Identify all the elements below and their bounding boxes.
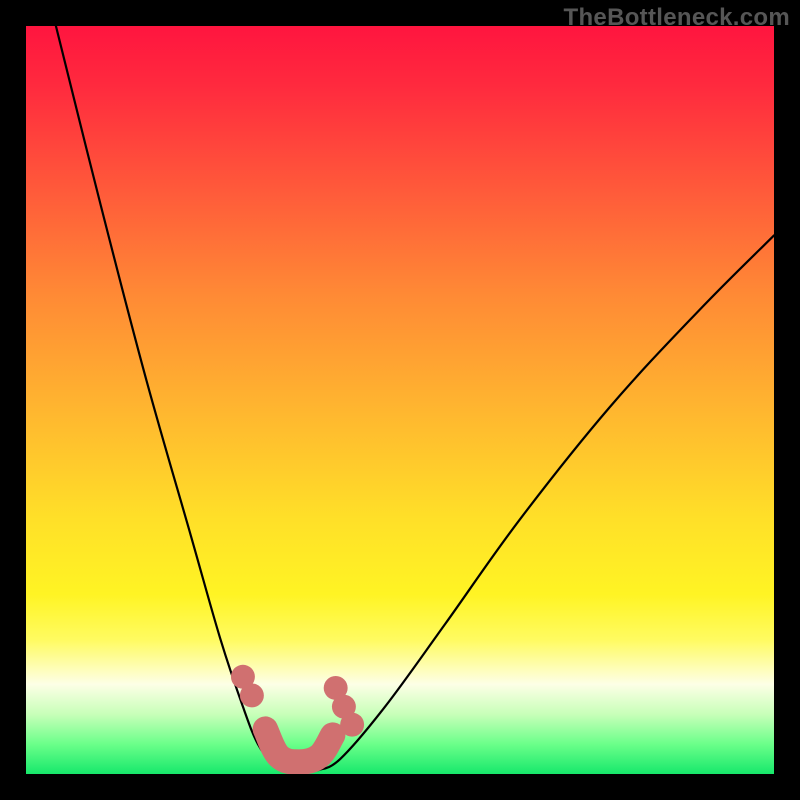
chart-frame: TheBottleneck.com (0, 0, 800, 800)
valley-dot-1 (240, 683, 264, 707)
valley-floor-segment (265, 729, 332, 762)
curve-left-descent (56, 26, 284, 770)
valley-dot-4 (340, 713, 364, 737)
plot-area (26, 26, 774, 774)
curve-layer (26, 26, 774, 774)
curve-right-ascent (318, 235, 774, 770)
watermark-text: TheBottleneck.com (564, 4, 790, 32)
